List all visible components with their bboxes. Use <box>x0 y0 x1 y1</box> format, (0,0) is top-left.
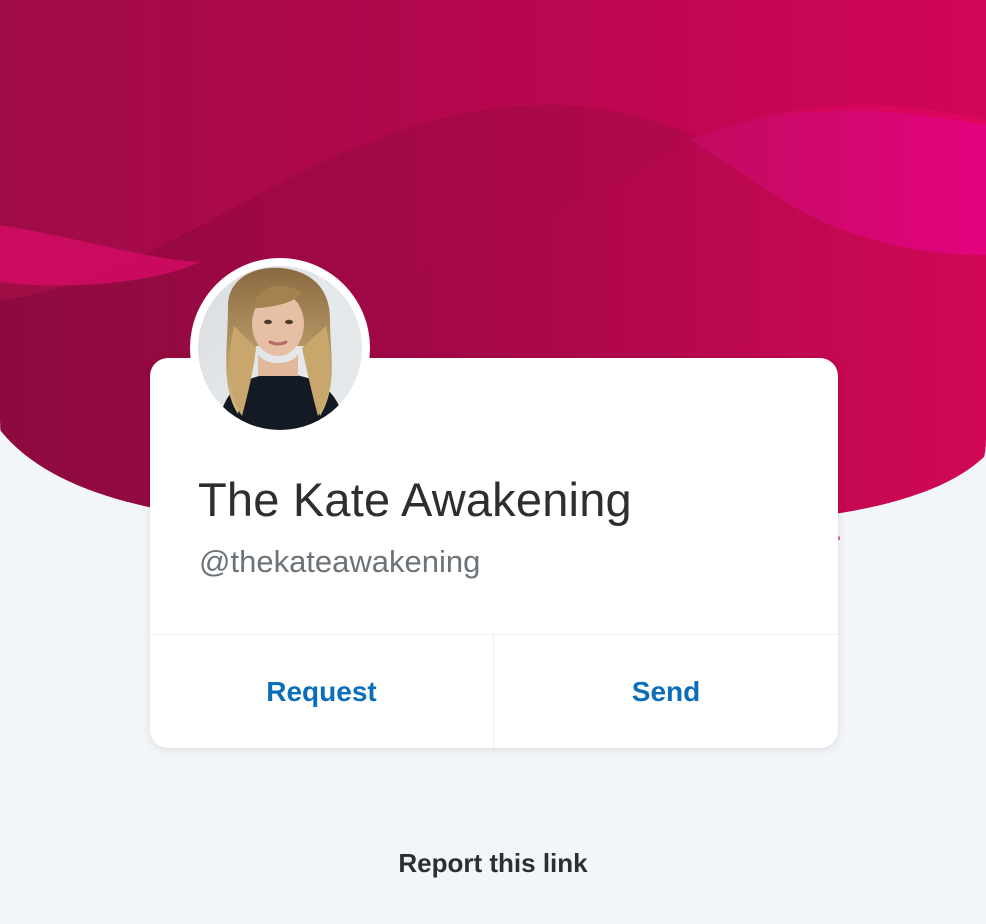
avatar-photo <box>198 266 362 430</box>
report-link[interactable]: Report this link <box>0 848 986 879</box>
profile-handle: @thekateawakening <box>199 544 481 579</box>
avatar <box>190 258 370 438</box>
send-button[interactable]: Send <box>494 635 838 748</box>
profile-page: The Kate Awakening @thekateawakening Req… <box>0 0 986 924</box>
request-button[interactable]: Request <box>150 635 493 748</box>
profile-name: The Kate Awakening <box>198 473 632 526</box>
